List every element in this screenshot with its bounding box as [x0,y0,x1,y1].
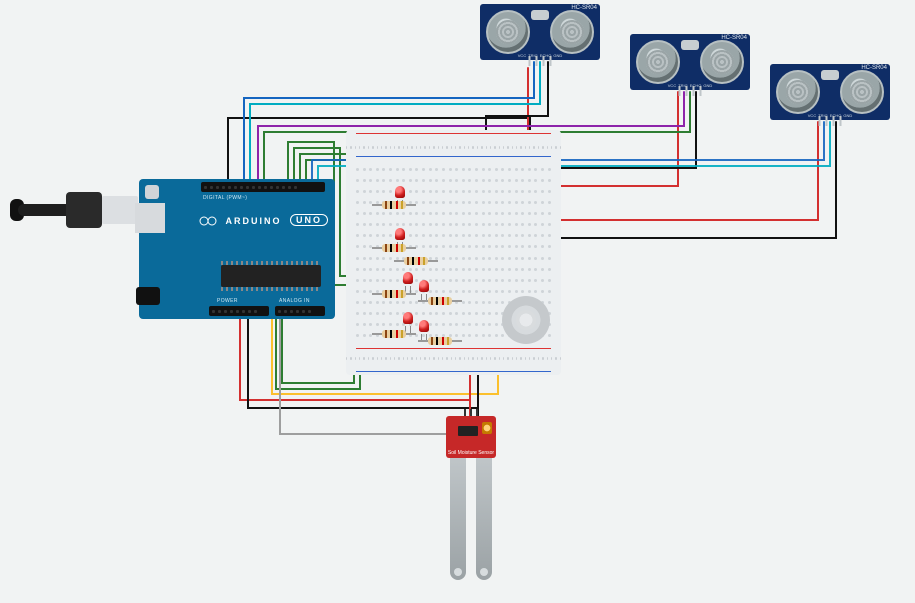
hcsr04-pins [819,116,842,126]
usb-cable-boot [66,192,102,228]
resistor-lead [406,333,416,335]
arduino-uno[interactable]: ARDUINO UNO DIGITAL (PWM~) POWER ANALOG … [139,179,335,319]
led-bulb [403,272,413,284]
arduino-power-header[interactable] [209,306,269,316]
hcsr04-crystal [821,70,839,80]
led-bulb [419,320,429,332]
soil-probe-right [476,458,492,580]
hc-sr04-sensor[interactable]: HC-SR04VCCTRIGECHOGND [770,64,890,120]
hcsr04-label: HC-SR04 [861,65,887,71]
red-led[interactable] [394,186,406,202]
resistor[interactable] [372,330,416,338]
resistor-lead [452,300,462,302]
resistor-lead [406,247,416,249]
soil-pcb: Soil Moisture Sensor [446,416,496,458]
breadboard-top-pos-line [356,133,551,134]
hcsr04-receiver [840,70,884,114]
breadboard-bottom-pos-line [356,348,551,349]
resistor-body [382,290,406,298]
hcsr04-transmitter [486,10,530,54]
usb-a-plug [102,196,138,224]
led-bulb [395,186,405,198]
resistor[interactable] [394,257,438,265]
arduino-power-label: POWER [217,298,238,304]
resistor-body [428,337,452,345]
resistor[interactable] [418,337,462,345]
breadboard-top-rail [346,136,561,158]
arduino-analog-label: ANALOG IN [279,298,310,304]
resistor-body [428,297,452,305]
hcsr04-receiver [700,40,744,84]
red-led[interactable] [402,272,414,288]
resistor-lead [418,340,428,342]
resistor-lead [372,293,382,295]
resistor-lead [418,300,428,302]
resistor-lead [372,247,382,249]
resistor-lead [406,293,416,295]
resistor-lead [452,340,462,342]
usb-cable[interactable] [10,190,138,230]
arduino-digital-label: DIGITAL (PWM~) [203,195,247,201]
resistor-body [382,201,406,209]
arduino-reset-button[interactable] [145,185,159,199]
breadboard-bottom-rail [346,347,561,369]
arduino-logo: ARDUINO UNO [199,215,328,226]
led-bulb [419,280,429,292]
usb-cable-cord [18,204,66,216]
led-bulb [395,228,405,240]
red-led[interactable] [394,228,406,244]
resistor-lead [394,260,404,262]
resistor-body [382,244,406,252]
wire-sr1-gnd [486,62,548,140]
hcsr04-label: HC-SR04 [571,5,597,11]
resistor-body [404,257,428,265]
resistor-lead [372,333,382,335]
wire-sr2-gnd [540,92,696,168]
arduino-usb-port [135,203,165,233]
arduino-atmega-chip [221,265,321,287]
wire-sr3-vcc [560,122,818,220]
red-led[interactable] [418,280,430,296]
piezo-buzzer[interactable] [502,296,550,344]
hcsr04-crystal [531,10,549,20]
hc-sr04-sensor[interactable]: HC-SR04VCCTRIGECHOGND [630,34,750,90]
resistor-body [382,330,406,338]
arduino-brand-text: ARDUINO [226,216,282,226]
red-led[interactable] [418,320,430,336]
hcsr04-pins [679,86,702,96]
soil-moisture-sensor[interactable]: Soil Moisture Sensor [440,416,502,586]
resistor[interactable] [372,290,416,298]
resistor-lead [428,260,438,262]
resistor[interactable] [372,244,416,252]
hcsr04-receiver [550,10,594,54]
hcsr04-pins [529,56,552,66]
resistor[interactable] [418,297,462,305]
soil-label: Soil Moisture Sensor [446,450,496,456]
hcsr04-label: HC-SR04 [721,35,747,41]
arduino-barrel-jack [136,287,160,305]
hcsr04-crystal [681,40,699,50]
arduino-digital-header[interactable] [201,182,325,192]
led-bulb [403,312,413,324]
wire-sr2-vcc [560,92,678,186]
resistor-lead [372,204,382,206]
hcsr04-transmitter [776,70,820,114]
red-led[interactable] [402,312,414,328]
soil-chip [458,426,478,436]
arduino-analog-header[interactable] [275,306,325,316]
arduino-model-text: UNO [290,214,328,226]
resistor-lead [406,204,416,206]
hcsr04-transmitter [636,40,680,84]
hc-sr04-sensor[interactable]: HC-SR04VCCTRIGECHOGND [480,4,600,60]
resistor[interactable] [372,201,416,209]
breadboard-bottom-neg-line [356,371,551,372]
soil-probe-left [450,458,466,580]
